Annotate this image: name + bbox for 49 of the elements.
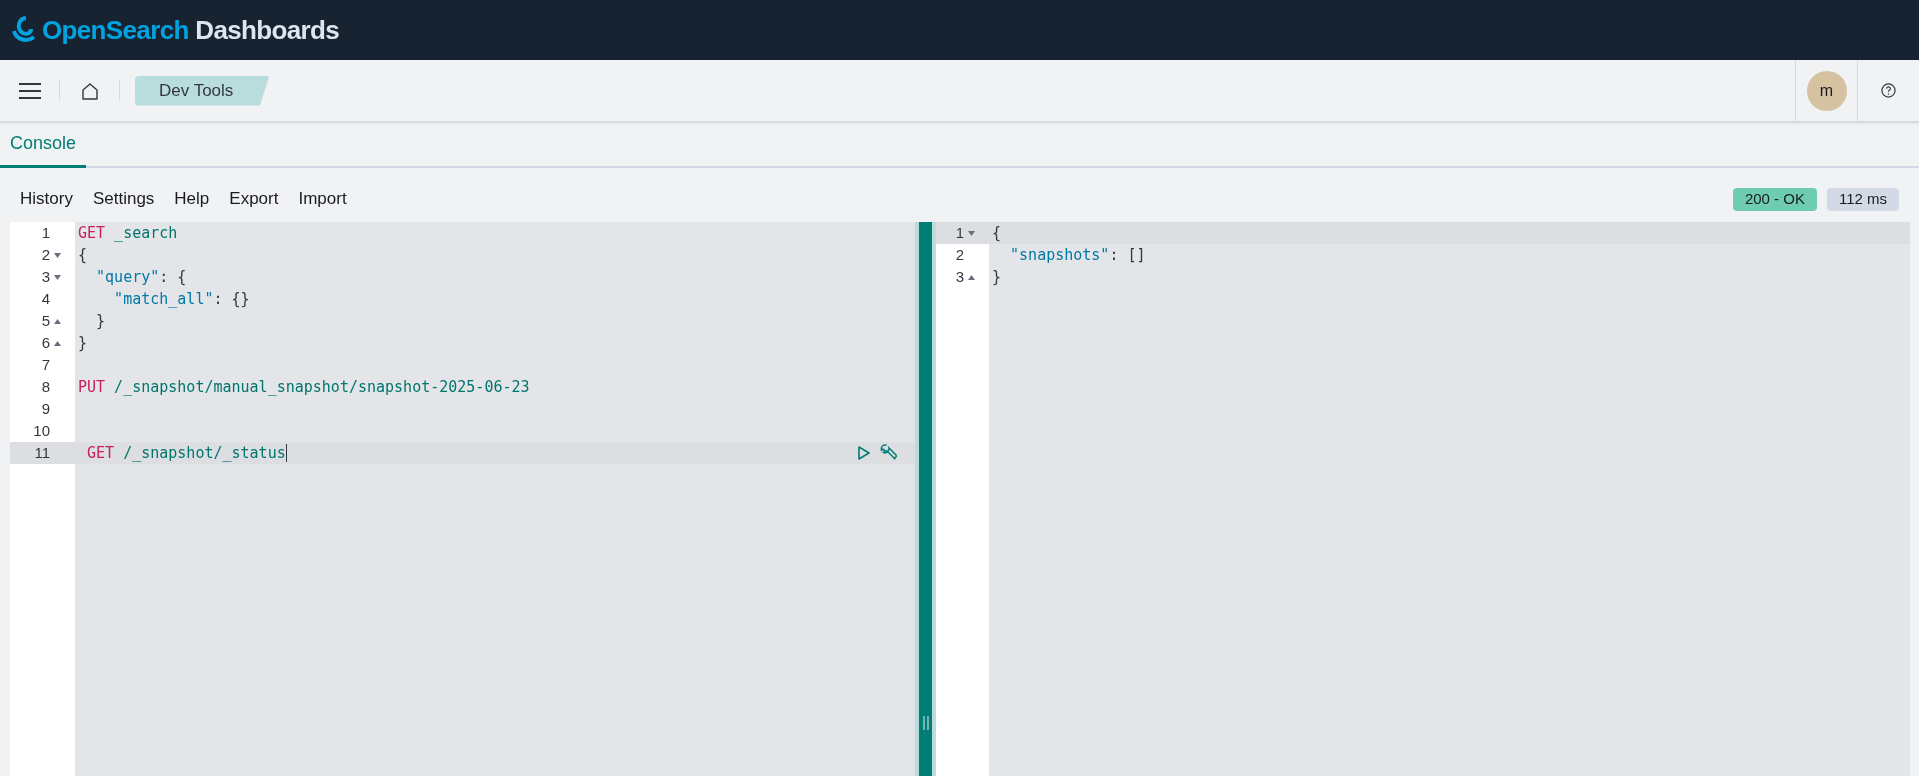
- line-number: 1: [955, 222, 964, 243]
- menu-item[interactable]: Import: [288, 186, 357, 212]
- line-number: 3: [955, 266, 964, 287]
- user-avatar[interactable]: m: [1806, 70, 1847, 111]
- fold-end-arrow-icon[interactable]: [54, 318, 61, 324]
- home-icon: [80, 81, 99, 100]
- play-icon[interactable]: [857, 445, 871, 461]
- fold-end-arrow-icon[interactable]: [968, 274, 975, 280]
- code-line: }: [78, 332, 88, 354]
- line-number: 2: [41, 244, 50, 265]
- logo-icon: [12, 16, 38, 44]
- line-number: 10: [33, 420, 50, 441]
- pane-resizer[interactable]: [915, 222, 936, 776]
- line-number: 3: [41, 266, 50, 287]
- code-line: GET /_snapshot/_status: [86, 442, 286, 464]
- line-number: 4: [41, 288, 50, 309]
- line-number: 7: [41, 354, 50, 375]
- drag-handle-icon: [922, 716, 929, 730]
- menu-icon: [18, 82, 41, 99]
- line-number: 6: [41, 332, 50, 353]
- fold-end-arrow-icon[interactable]: [54, 340, 61, 346]
- code-line: }: [992, 266, 1002, 288]
- help-icon[interactable]: [1881, 83, 1896, 98]
- line-number: 1: [41, 222, 50, 243]
- code-line: "query": {: [95, 266, 187, 288]
- code-line: {: [992, 222, 1002, 244]
- code-line: {: [78, 244, 88, 266]
- response-time-badge: 112 ms: [1826, 187, 1899, 211]
- collapse-arrow-icon[interactable]: [54, 274, 61, 280]
- brand-name[interactable]: OpenSearch Dashboards: [42, 10, 339, 50]
- tab[interactable]: Console: [0, 130, 87, 168]
- code-line: "snapshots": []: [1009, 244, 1146, 266]
- line-number: 9: [41, 398, 50, 419]
- status-badge: 200 - OK: [1732, 187, 1817, 211]
- collapse-arrow-icon[interactable]: [54, 252, 61, 258]
- collapse-arrow-icon[interactable]: [968, 230, 975, 236]
- code-line: "match_all": {}: [113, 288, 250, 310]
- code-line: GET _search: [78, 222, 178, 244]
- menu-item[interactable]: Help: [164, 186, 220, 212]
- line-number: 5: [41, 310, 50, 331]
- line-number: 8: [41, 376, 50, 397]
- code-line: }: [95, 310, 106, 332]
- menu-item[interactable]: History: [10, 186, 83, 212]
- breadcrumb[interactable]: Dev Tools: [135, 75, 270, 106]
- code-line: PUT /_snapshot/manual_snapshot/snapshot-2025-06-23: [78, 376, 530, 398]
- menu-item[interactable]: Export: [219, 186, 289, 212]
- line-number: 11: [34, 442, 50, 463]
- line-number: 2: [955, 244, 964, 265]
- menu-item[interactable]: Settings: [82, 186, 165, 212]
